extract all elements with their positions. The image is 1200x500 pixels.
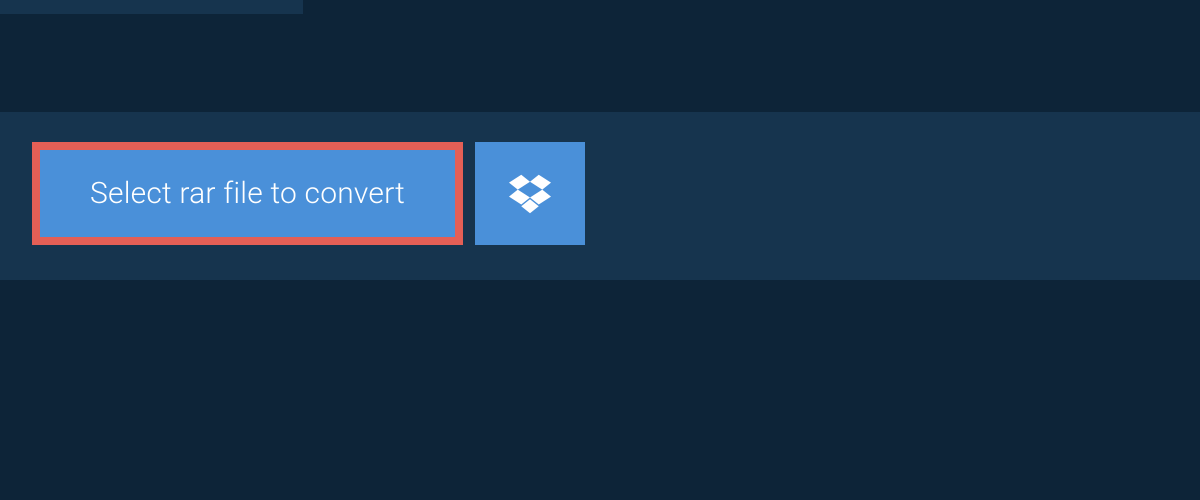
button-row: Select rar file to convert	[0, 112, 1200, 245]
select-file-button[interactable]: Select rar file to convert	[32, 142, 463, 245]
conversion-panel: Select rar file to convert	[0, 112, 1200, 280]
dropbox-button[interactable]	[475, 142, 585, 245]
dropbox-icon	[509, 174, 551, 214]
select-file-label: Select rar file to convert	[90, 176, 405, 211]
title-tab: Convert rar to hdr	[0, 0, 303, 14]
